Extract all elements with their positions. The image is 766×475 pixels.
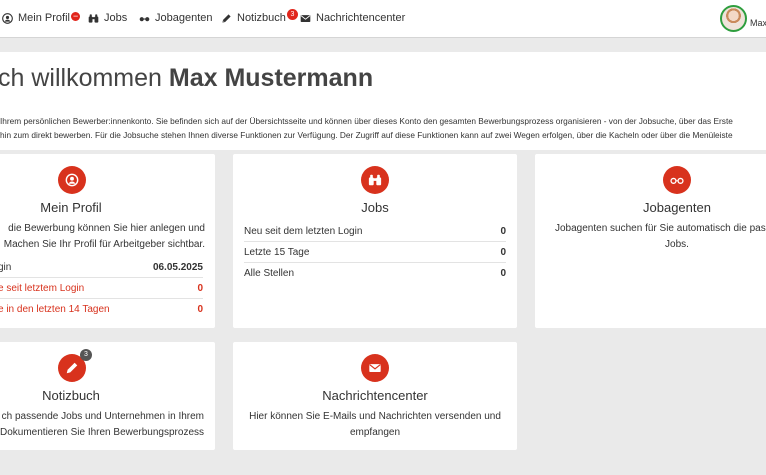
welcome-text-line: Ihrem persönlichen Bewerber:innenkonto. … (0, 116, 733, 126)
avatar[interactable] (720, 5, 747, 32)
glasses-icon (139, 16, 150, 21)
stat-row[interactable]: Alle Stellen 0 (244, 263, 506, 284)
card-stats: Neu seit dem letzten Login 0 Letzte 15 T… (244, 221, 506, 284)
welcome-text: Ihrem persönlichen Bewerber:innenkonto. … (0, 114, 766, 142)
card-description-line: Jobagenten suchen für Sie automatisch di… (555, 223, 766, 234)
stat-value: 0 (500, 268, 506, 279)
page-title: ch willkommen Max Mustermann (0, 64, 373, 93)
stat-label: Alle Stellen (244, 268, 295, 279)
stat-row[interactable]: Letzte 15 Tage 0 (244, 242, 506, 263)
card-description-line: Dokumentieren Sie Ihren Bewerbungsprozes… (0, 427, 204, 438)
envelope-icon (369, 364, 381, 372)
card-title: Jobs (361, 200, 389, 215)
notification-count-badge: 3 (80, 349, 92, 361)
card-title: Jobagenten (643, 200, 711, 215)
pencil-icon (66, 362, 78, 374)
card-jobagenten[interactable]: Jobagenten Jobagenten suchen für Sie aut… (535, 154, 766, 328)
user-circle-icon (2, 12, 13, 24)
card-description: Hier können Sie E-Mails und Nachrichten … (233, 409, 517, 441)
stat-label: Neu seit dem letzten Login (244, 225, 363, 237)
stat-value: 0 (197, 282, 203, 294)
nav-label: Nachrichtencenter (316, 12, 406, 24)
stat-label: Letzte 15 Tage (244, 246, 310, 258)
welcome-text-line: hin zum direkt bewerben. Für die Jobsuch… (0, 130, 733, 140)
nav-badge: 3 (286, 8, 298, 20)
stat-value: 0 (197, 304, 203, 315)
stat-row[interactable]: e seit letztem Login 0 (0, 278, 203, 299)
user-full-name: Max Mustermann (168, 64, 374, 92)
nav-label: Jobs (104, 12, 128, 24)
stat-row[interactable]: Neu seit dem letzten Login 0 (244, 221, 506, 242)
card-description: Jobagenten suchen für Sie automatisch di… (535, 221, 766, 253)
card-title: Nachrichtencenter (322, 388, 428, 403)
card-description-line: empfangen (349, 427, 401, 438)
card-description-line: die Bewerbung können Sie hier anlegen un… (8, 223, 205, 234)
nav-badge: − (70, 10, 81, 21)
nav-item-notizbuch[interactable]: Notizbuch 3 (221, 8, 298, 24)
card-description-line: Jobs. (665, 239, 689, 250)
card-mein-profil[interactable]: Mein Profil die Bewerbung können Sie hie… (0, 154, 215, 328)
nav-label: Notizbuch (237, 12, 286, 24)
card-stats: gin 06.05.2025 e seit letztem Login 0 e … (0, 257, 203, 320)
card-description: die Bewerbung können Sie hier anlegen un… (0, 221, 205, 253)
nav-label: Mein Profil (18, 12, 70, 24)
stat-label: e seit letztem Login (0, 282, 85, 294)
nav-item-mein-profil[interactable]: Mein Profil − (2, 10, 81, 24)
user-circle-icon (65, 173, 79, 187)
card-description-line: Hier können Sie E-Mails und Nachrichten … (249, 411, 501, 422)
glasses-icon (670, 177, 684, 184)
nav-item-nachrichtencenter[interactable]: Nachrichtencenter (300, 12, 405, 24)
nav-item-jobagenten[interactable]: Jobagenten (139, 12, 213, 24)
card-title: Mein Profil (40, 200, 102, 215)
card-description: ch passende Jobs und Unternehmen in Ihre… (0, 409, 204, 441)
top-navigation: Mein Profil − Jobs Jobagenten Notizbuch … (0, 0, 766, 38)
stat-label: e in den letzten 14 Tagen (0, 304, 110, 315)
card-nachrichtencenter[interactable]: Nachrichtencenter Hier können Sie E-Mail… (233, 342, 517, 450)
binoculars-icon (88, 13, 99, 23)
card-notizbuch[interactable]: 3 Notizbuch ch passende Jobs und Unterne… (0, 342, 215, 450)
nav-label: Jobagenten (155, 12, 213, 24)
card-icon (663, 166, 691, 194)
card-icon (58, 166, 86, 194)
card-jobs[interactable]: Jobs Neu seit dem letzten Login 0 Letzte… (233, 154, 517, 328)
user-name[interactable]: Max (750, 18, 766, 28)
nav-item-jobs[interactable]: Jobs (88, 12, 127, 24)
stat-row[interactable]: gin 06.05.2025 (0, 257, 203, 278)
card-icon (361, 354, 389, 382)
binoculars-icon (368, 174, 382, 186)
card-icon (361, 166, 389, 194)
pencil-icon (222, 13, 231, 23)
card-description-line: ch passende Jobs und Unternehmen in Ihre… (1, 411, 204, 422)
stat-value: 0 (500, 225, 506, 237)
envelope-icon (300, 14, 311, 22)
stat-label: gin (0, 261, 12, 273)
welcome-greeting: ch willkommen (0, 64, 169, 92)
stat-value: 0 (500, 246, 506, 258)
card-title: Notizbuch (42, 388, 100, 403)
stat-value: 06.05.2025 (152, 261, 203, 273)
card-icon: 3 (58, 349, 92, 382)
card-description-line: Machen Sie Ihr Profil für Arbeitgeber si… (3, 239, 205, 250)
stat-row[interactable]: e in den letzten 14 Tagen 0 (0, 299, 203, 320)
